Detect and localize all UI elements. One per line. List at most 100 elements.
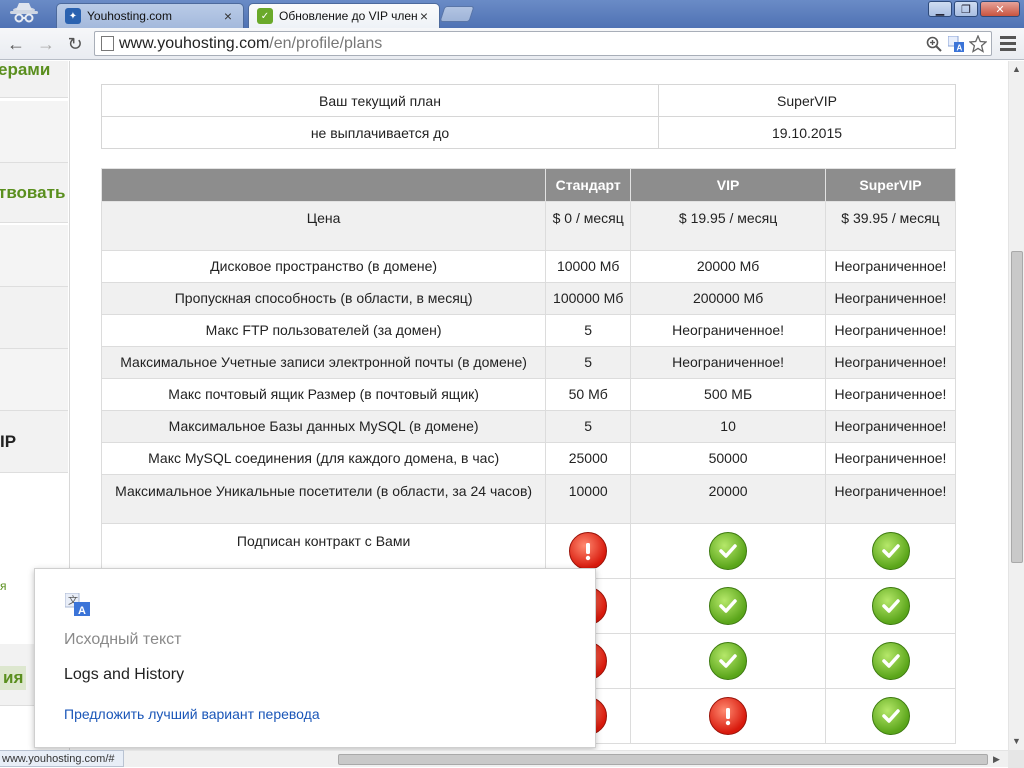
scroll-right-arrow-icon[interactable]: ▶ [993,754,1000,765]
supervip-cell: $ 39.95 / месяц [825,201,956,251]
supervip-cell [825,578,956,634]
column-header [100,168,547,202]
tab-youhosting[interactable]: ✦ Youhosting.com × [56,3,244,28]
feature-cell: Максимальное Уникальные посетители (в об… [100,474,547,524]
suggest-translation-link[interactable]: Предложить лучший вариант перевода [64,706,320,722]
vip-cell: 20000 [630,474,826,524]
table-row: Ваш текущий план SuperVIP [101,84,956,117]
vip-cell [630,523,826,579]
scroll-down-arrow-icon[interactable]: ▼ [1012,736,1021,746]
feature-cell: Пропускная способность (в области, в мес… [100,282,547,315]
supervip-cell: Неограниченное! [825,250,956,283]
address-bar[interactable]: www.youhosting.com/en/profile/plans A [94,31,992,56]
vip-cell: 500 МБ [630,378,826,411]
table-row: Цена $ 0 / месяц $ 19.95 / месяц $ 39.95 / … [100,201,956,251]
youhosting-favicon-icon: ✦ [65,8,81,24]
current-plan-label: Ваш текущий план [101,84,659,117]
tab-title: Youhosting.com [87,9,172,23]
sidebar-link[interactable]: ия [0,666,27,690]
back-arrow-icon[interactable]: ← [4,32,28,56]
feature-cell: Дисковое пространство (в домене) [100,250,547,283]
sidebar-item[interactable] [0,349,68,411]
standard-cell: 25000 [545,442,632,475]
sidebar-link-vip[interactable]: IP [0,432,16,452]
vertical-scroll-thumb[interactable] [1011,251,1023,563]
original-text-label: Исходный текст [64,631,182,648]
exclamation-icon [569,532,608,570]
feature-cell: Макс FTP пользователей (за домен) [100,314,547,347]
sidebar-link[interactable]: ерами [0,61,50,80]
bookmark-star-icon[interactable] [968,34,988,54]
standard-cell: 10000 [545,474,632,524]
column-header-supervip: SuperVIP [825,168,956,202]
reload-icon[interactable]: ↻ [63,32,87,56]
sidebar-link[interactable]: твовать [0,183,65,203]
supervip-cell [825,633,956,689]
standard-cell: $ 0 / месяц [545,201,632,251]
checkmark-icon [871,587,910,625]
checkmark-icon [709,642,748,680]
paid-until-label: не выплачивается до [101,116,659,149]
table-row: не выплачивается до 19.10.2015 [101,116,956,149]
vip-cell: 200000 Мб [630,282,826,315]
scrollbar-corner [1008,750,1024,768]
sidebar-link[interactable]: я [0,579,7,593]
sidebar-item[interactable] [0,225,68,287]
url-text[interactable]: www.youhosting.com/en/profile/plans [119,35,382,53]
supervip-cell: Неограниченное! [825,442,956,475]
table-row: Пропускная способность (в области, в мес… [100,282,956,315]
feature-cell: Макс почтовый ящик Размер (в почтовый ящ… [100,378,547,411]
checkmark-icon [709,587,748,625]
title-bar: ✦ Youhosting.com × ✓ Обновление до VIP ч… [0,0,1024,28]
status-bar: www.youhosting.com/# [0,750,124,767]
supervip-cell [825,523,956,579]
checkmark-icon [709,532,748,570]
vip-cell [630,633,826,689]
column-header-standard: Стандарт [545,168,632,202]
maximize-button[interactable]: ❐ [954,1,978,17]
supervip-cell: Неограниченное! [825,474,956,524]
new-tab-button[interactable] [439,6,475,22]
menu-icon[interactable] [998,33,1018,53]
horizontal-scrollbar[interactable]: ▶ [0,750,1008,767]
supervip-cell: Неограниченное! [825,282,956,315]
vip-cell: $ 19.95 / месяц [630,201,826,251]
close-tab-icon[interactable]: × [417,8,431,24]
supervip-cell: Неограниченное! [825,410,956,443]
table-row: Макс MySQL соединения (для каждого домен… [100,442,956,475]
close-window-button[interactable]: ✕ [980,1,1020,17]
table-row: Максимальное Уникальные посетители (в об… [100,474,956,524]
forward-arrow-icon[interactable]: → [34,32,58,56]
horizontal-scroll-thumb[interactable] [338,754,988,765]
tab-vip-upgrade[interactable]: ✓ Обновление до VIP членст × [248,3,440,28]
current-plan-table: Ваш текущий план SuperVIP не выплачивает… [101,84,956,149]
original-text: Logs and History [64,666,185,683]
feature-cell: Макс MySQL соединения (для каждого домен… [100,442,547,475]
vip-cell: Неограниченное! [630,346,826,379]
minimize-button[interactable]: ▁ [928,1,952,17]
vertical-scrollbar[interactable]: ▲ ▼ [1008,61,1024,750]
supervip-cell: Неограниченное! [825,346,956,379]
scroll-up-arrow-icon[interactable]: ▲ [1012,64,1021,74]
supervip-cell: Неограниченное! [825,314,956,347]
incognito-icon [10,3,38,23]
supervip-cell: Неограниченное! [825,378,956,411]
sidebar-item[interactable] [0,287,68,349]
table-header-row: Стандарт VIP SuperVIP [100,168,956,202]
standard-cell: 5 [545,346,632,379]
youhosting-favicon-icon: ✓ [257,8,273,24]
browser-toolbar: ← → ↻ www.youhosting.com/en/profile/plan… [0,28,1024,60]
table-row: Дисковое пространство (в домене) 10000 Мб… [100,250,956,283]
translate-icon[interactable]: A [946,34,966,54]
checkmark-icon [871,532,910,570]
svg-text:A: A [78,605,86,617]
supervip-cell [825,688,956,744]
zoom-icon[interactable] [924,34,944,54]
translate-popup: 文 A Исходный текст Logs and History Пред… [34,568,596,748]
table-row: Макс FTP пользователей (за домен) 5 Неогра… [100,314,956,347]
close-tab-icon[interactable]: × [221,8,235,24]
standard-cell: 50 Мб [545,378,632,411]
checkmark-icon [871,642,910,680]
standard-cell: 5 [545,410,632,443]
sidebar-item[interactable] [0,101,68,163]
